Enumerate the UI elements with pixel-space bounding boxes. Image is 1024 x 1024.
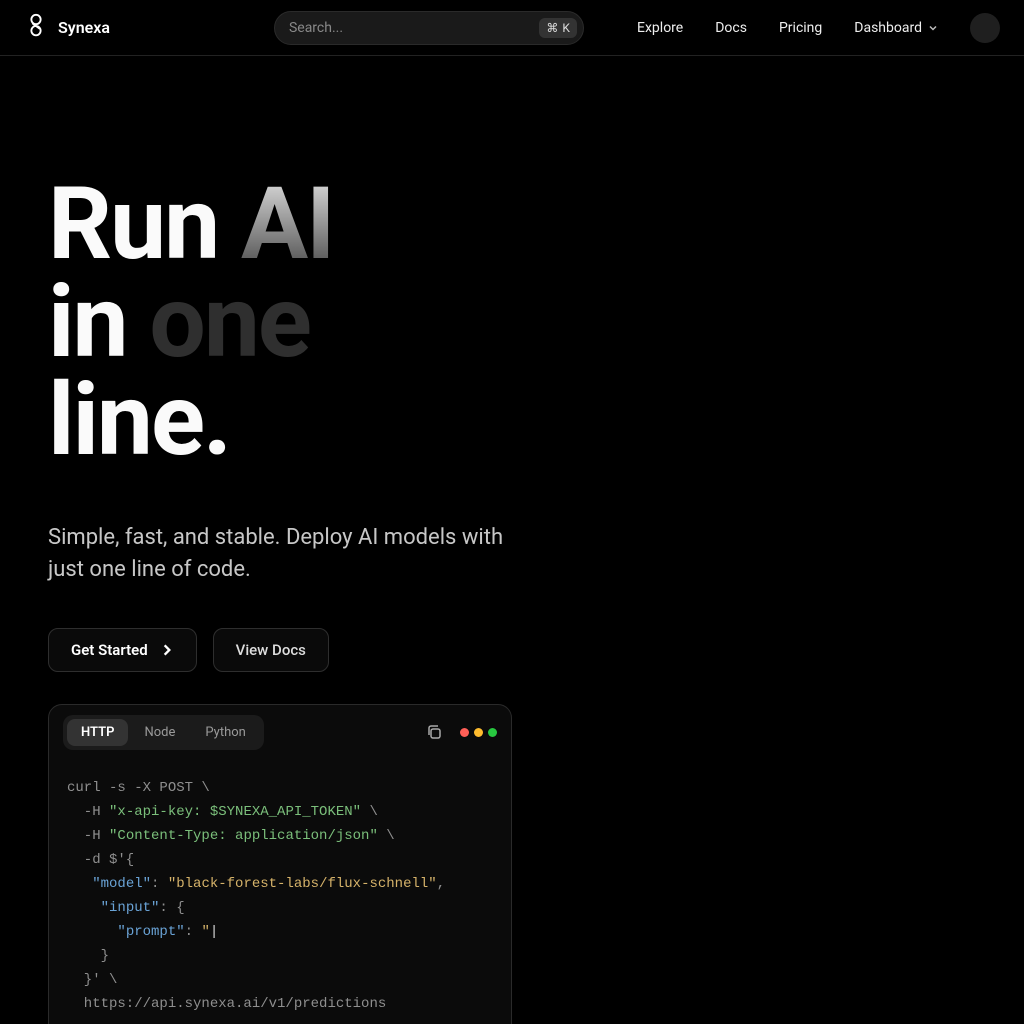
chevron-down-icon bbox=[928, 23, 938, 33]
tab-python[interactable]: Python bbox=[191, 719, 259, 746]
nav-pricing[interactable]: Pricing bbox=[779, 20, 822, 36]
brand-name: Synexa bbox=[58, 18, 110, 37]
nav-dashboard[interactable]: Dashboard bbox=[854, 20, 938, 36]
tab-node[interactable]: Node bbox=[130, 719, 189, 746]
search-placeholder: Search... bbox=[289, 20, 539, 36]
tab-http[interactable]: HTTP bbox=[67, 719, 128, 746]
hero-title: Run AI in one line. bbox=[48, 176, 592, 470]
copy-icon[interactable] bbox=[426, 724, 442, 740]
get-started-button[interactable]: Get Started bbox=[48, 628, 197, 672]
brand[interactable]: Synexa bbox=[24, 13, 110, 43]
hero-subtitle: Simple, fast, and stable. Deploy AI mode… bbox=[48, 522, 508, 586]
brand-logo-icon bbox=[24, 13, 48, 43]
cta-row: Get Started View Docs bbox=[48, 628, 592, 672]
search-input[interactable]: Search... ⌘K bbox=[274, 11, 584, 45]
search-shortcut: ⌘K bbox=[539, 18, 577, 38]
top-nav: Synexa Search... ⌘K Explore Docs Pricing… bbox=[0, 0, 1024, 56]
hero: Run AI in one line. Simple, fast, and st… bbox=[0, 56, 640, 672]
nav-dashboard-label: Dashboard bbox=[854, 20, 922, 36]
nav-links: Explore Docs Pricing Dashboard bbox=[637, 13, 1000, 43]
nav-explore[interactable]: Explore bbox=[637, 20, 683, 36]
view-docs-label: View Docs bbox=[236, 641, 306, 659]
window-dots-icon bbox=[460, 728, 497, 737]
get-started-label: Get Started bbox=[71, 641, 148, 659]
code-content: curl -s -X POST \ -H "x-api-key: $SYNEXA… bbox=[49, 760, 511, 1024]
code-box: HTTP Node Python curl -s -X POST \ -H "x… bbox=[48, 704, 512, 1024]
avatar[interactable] bbox=[970, 13, 1000, 43]
nav-docs[interactable]: Docs bbox=[715, 20, 747, 36]
chevron-right-icon bbox=[160, 643, 174, 657]
view-docs-button[interactable]: View Docs bbox=[213, 628, 329, 672]
code-tabs: HTTP Node Python bbox=[49, 705, 511, 760]
